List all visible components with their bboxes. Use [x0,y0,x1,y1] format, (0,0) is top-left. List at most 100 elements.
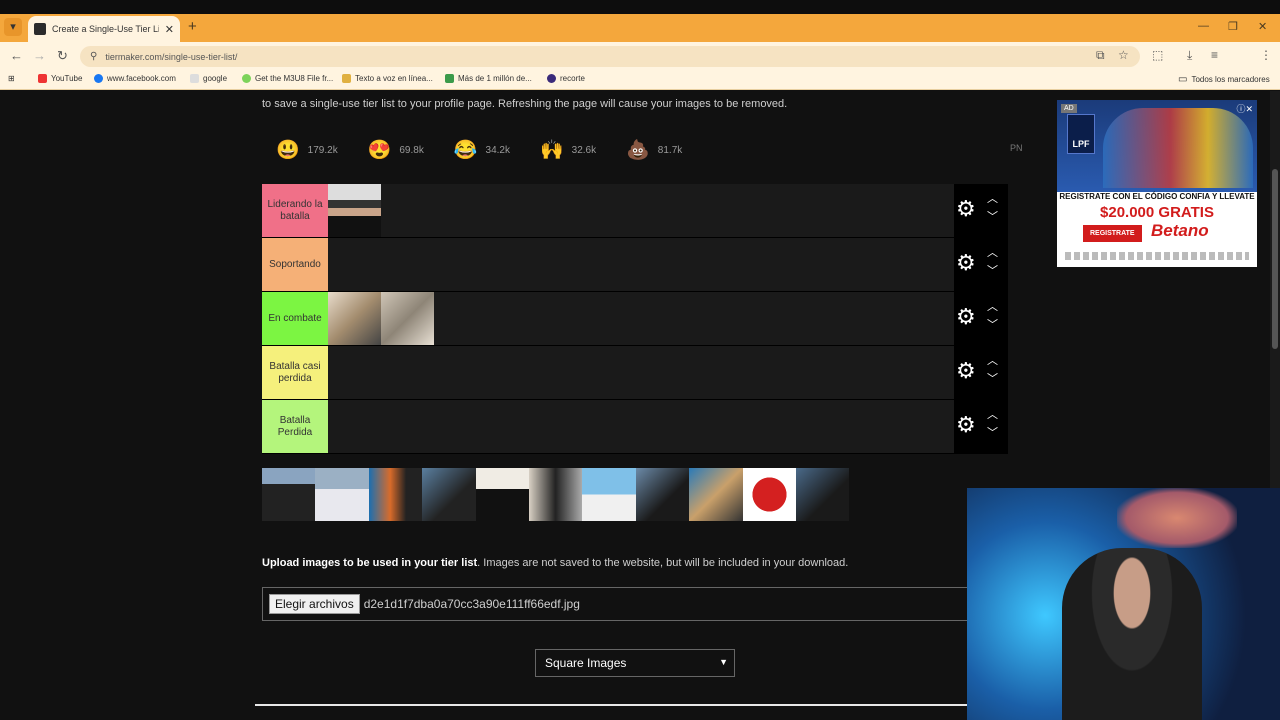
download-icon[interactable]: ⤓ [1187,48,1192,63]
tier-label[interactable]: Soportando [262,238,328,291]
active-tab[interactable]: Create a Single-Use Tier List (F ✕ [28,16,180,42]
chevron-down-icon[interactable]: ︿ [987,424,998,440]
scrollbar-thumb[interactable] [1272,169,1278,349]
url-field[interactable]: ⚲ tiermaker.com/single-use-tier-list/ [80,46,1140,67]
menu-kebab-icon[interactable]: ⋮ [1260,48,1272,62]
bookmark-star-icon[interactable]: ☆ [1118,48,1129,62]
pool-image[interactable] [475,468,529,521]
tier-items[interactable] [328,238,1008,291]
reaction-count: 69.8k [399,144,424,156]
selected-file-name: d2e1d1f7dba0a70cc3a90e111ff66edf.jpg [363,597,580,611]
gear-icon[interactable]: ⚙ [956,412,976,438]
chevron-down-icon[interactable]: ︿ [987,262,998,278]
ad-fine-print [1065,252,1249,260]
chevron-up-icon[interactable]: ︿ [987,190,998,206]
tier-row: Batalla Perdida ⚙ ︿ ︿ [262,400,1008,454]
pool-image[interactable] [262,468,316,521]
reaction-laugh[interactable]: 😂 34.2k [454,138,510,162]
pool-image[interactable] [315,468,369,521]
tier-items[interactable] [328,184,1008,237]
chevron-up-icon[interactable]: ︿ [987,244,998,260]
bookmark-mas-de-1-millon[interactable]: Más de 1 millón de... [445,74,532,83]
ad-players-image [1103,108,1253,188]
tier-row: Soportando ⚙ ︿ ︿ [262,238,1008,292]
reaction-poop[interactable]: 💩 81.7k [626,138,682,162]
gear-icon[interactable]: ⚙ [956,304,976,330]
chevron-down-icon[interactable]: ︿ [987,316,998,332]
gear-icon[interactable]: ⚙ [956,358,976,384]
tab-close-icon[interactable]: ✕ [165,23,174,36]
chevron-up-icon[interactable]: ︿ [987,406,998,422]
webcam-person [1062,548,1202,720]
m3u8-icon [242,74,251,83]
webcam-background-art [1117,488,1237,548]
window-top-edge [0,0,1280,14]
image-shape-select[interactable]: Square Images ▼ [535,649,735,677]
pool-image[interactable] [368,468,423,521]
tier-label[interactable]: En combate [262,292,328,345]
pool-image[interactable] [422,468,476,521]
tier-image[interactable] [328,292,381,345]
bookmark-m3u8[interactable]: Get the M3U8 File fr... [242,74,333,83]
gear-icon[interactable]: ⚙ [956,250,976,276]
tier-row: Liderando la batalla ⚙ ︿ ︿ [262,184,1008,238]
tier-items[interactable] [328,346,1008,399]
pool-image[interactable] [795,468,850,521]
ad-offer: $20.000 GRATIS [1100,204,1214,221]
pool-image[interactable] [528,468,583,521]
tier-row: Batalla casi perdida ⚙ ︿ ︿ [262,346,1008,400]
reaction-love[interactable]: 😍 69.8k [368,138,424,162]
file-upload-field: Elegir archivos d2e1d1f7dba0a70cc3a90e11… [262,587,968,621]
restore-icon[interactable]: ❐ [1228,20,1238,33]
tier-items[interactable] [328,400,1008,453]
tier-label[interactable]: Batalla casi perdida [262,346,328,399]
chevron-up-icon[interactable]: ︿ [987,352,998,368]
tier-items[interactable] [328,292,1008,345]
ad-register-button[interactable]: REGISTRATE [1083,225,1142,242]
tab-search-button[interactable]: ▾ [4,18,22,36]
media-icon[interactable]: ≡ [1211,48,1218,62]
pool-image[interactable] [689,468,743,521]
bookmark-label: www.facebook.com [107,74,176,83]
bookmarks-folder-label: Todos los marcadores [1191,75,1270,84]
ad-banner[interactable]: AD ⓘ✕ LPF REGISTRATE CON EL CÓDIGO CONFI… [1057,100,1257,267]
translate-icon[interactable]: ⧉ [1096,48,1105,63]
gear-icon[interactable]: ⚙ [956,196,976,222]
chevron-down-icon[interactable]: ︿ [987,370,998,386]
bookmark-google[interactable]: google [190,74,227,83]
million-icon [445,74,454,83]
reaction-praise[interactable]: 🙌 32.6k [540,138,596,162]
pn-label: PN [1010,143,1023,153]
folder-icon: ▭ [1178,74,1188,85]
chevron-up-icon[interactable]: ︿ [987,298,998,314]
tier-image[interactable] [328,184,381,237]
minimize-icon[interactable]: — [1198,20,1209,32]
ad-close-icon[interactable]: ⓘ✕ [1236,102,1253,115]
bookmark-recorte[interactable]: recorte [547,74,585,83]
new-tab-icon[interactable]: + [188,18,197,35]
pool-image[interactable] [742,468,796,521]
bookmark-youtube[interactable]: YouTube [38,74,82,83]
speech-icon [342,74,351,83]
heart-eyes-emoji-icon: 😍 [367,140,392,161]
choose-files-button[interactable]: Elegir archivos [269,594,360,614]
reaction-smile[interactable]: 😃 179.2k [276,138,338,162]
chevron-down-icon[interactable]: ︿ [987,208,998,224]
bookmark-facebook[interactable]: www.facebook.com [94,74,176,83]
pool-image[interactable] [635,468,690,521]
reload-icon[interactable]: ↻ [57,48,68,64]
close-window-icon[interactable]: ✕ [1258,20,1267,33]
site-info-icon[interactable]: ⚲ [90,51,97,62]
back-icon[interactable]: ← [10,48,23,63]
pool-image[interactable] [582,468,636,521]
forward-icon[interactable]: → [33,48,46,63]
tier-label[interactable]: Liderando la batalla [262,184,328,237]
bookmark-texto-voz[interactable]: Texto a voz en línea... [342,74,433,83]
bookmarks-folder[interactable]: ▭ Todos los marcadores [1178,74,1270,85]
tier-label[interactable]: Batalla Perdida [262,400,328,453]
page-divider [255,704,967,706]
apps-grid-icon[interactable]: ⊞ [8,74,15,83]
tier-image[interactable] [381,292,434,345]
extensions-icon[interactable]: ⬚ [1152,48,1163,62]
tier-controls: ⚙ ︿ ︿ [954,184,1008,238]
